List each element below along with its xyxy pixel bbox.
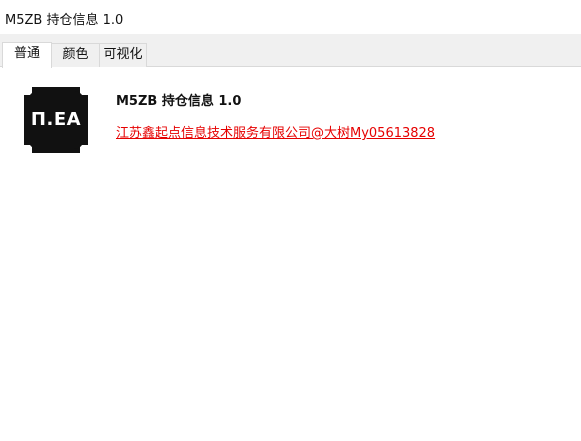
product-logo: Π.EA: [24, 87, 88, 153]
window-title: M5ZB 持仓信息 1.0: [5, 13, 124, 28]
tab-colors[interactable]: 颜色: [51, 43, 100, 67]
tab-strip: 普通 颜色 可视化: [0, 34, 581, 68]
app-name: M5ZB 持仓信息 1.0: [116, 94, 242, 109]
tab-general[interactable]: 普通: [2, 42, 52, 68]
title-bar: M5ZB 持仓信息 1.0: [0, 0, 581, 35]
tab-visualization[interactable]: 可视化: [99, 43, 147, 67]
general-tab-panel: Π.EA M5ZB 持仓信息 1.0 江苏鑫起点信息技术服务有限公司@大树My0…: [0, 67, 581, 441]
indicator-properties-window: M5ZB 持仓信息 1.0 普通 颜色 可视化 Π.EA M5ZB 持仓信息 1…: [0, 0, 581, 441]
logo-text: Π.EA: [30, 109, 82, 130]
company-link[interactable]: 江苏鑫起点信息技术服务有限公司@大树My05613828: [116, 122, 435, 141]
